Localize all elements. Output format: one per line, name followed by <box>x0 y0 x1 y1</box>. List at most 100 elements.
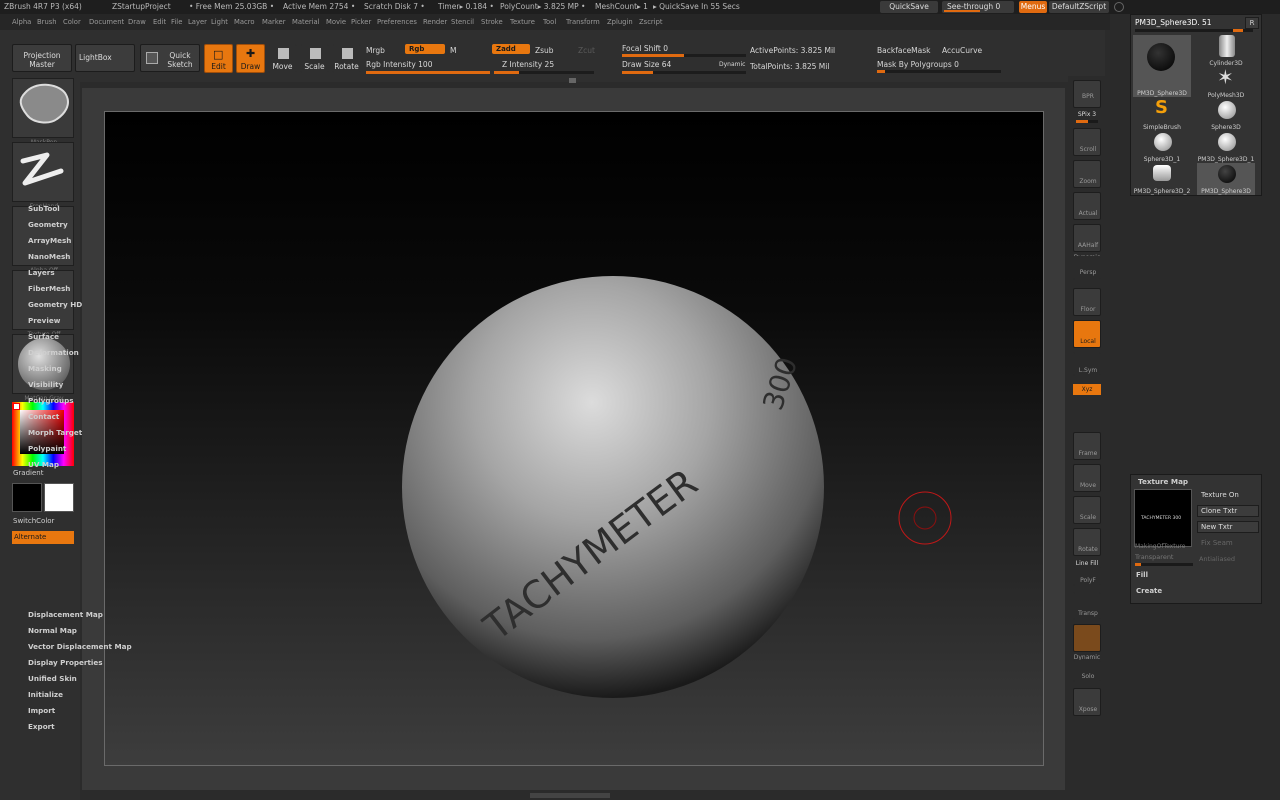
menu-texture[interactable]: Texture <box>510 18 535 26</box>
menu-layer[interactable]: Layer <box>188 18 207 26</box>
aahalf-button[interactable]: AAHalf <box>1073 224 1101 252</box>
tool-item-pm3d-sphere3d-3[interactable]: PM3D_Sphere3D <box>1197 163 1255 195</box>
layers-menu[interactable]: Layers <box>28 268 55 277</box>
surface-menu[interactable]: Surface <box>28 332 59 341</box>
displacement-map-menu[interactable]: Displacement Map <box>28 610 103 619</box>
visibility-menu[interactable]: Visibility <box>28 380 63 389</box>
uv-map-menu[interactable]: UV Map <box>28 460 59 469</box>
tool-item-pm3d-sphere3d[interactable]: PM3D_Sphere3D <box>1133 35 1191 97</box>
actual-button[interactable]: Actual <box>1073 192 1101 220</box>
move-view-button[interactable]: Move <box>1073 464 1101 492</box>
scale-mode-button[interactable]: Scale <box>300 44 329 73</box>
switchcolor-button[interactable]: SwitchColor <box>13 517 54 525</box>
new-txtr-button[interactable]: New Txtr <box>1197 521 1259 533</box>
menu-stencil[interactable]: Stencil <box>451 18 474 26</box>
brush-selector[interactable]: MaskPen <box>12 78 74 146</box>
ghost-button[interactable] <box>1073 624 1101 652</box>
zoom-button[interactable]: Zoom <box>1073 160 1101 188</box>
focal-shift-slider[interactable] <box>622 54 746 57</box>
unified-skin-menu[interactable]: Unified Skin <box>28 674 77 683</box>
gradient-toggle[interactable]: Gradient <box>13 469 43 477</box>
masking-menu[interactable]: Masking <box>28 364 62 373</box>
help-icon[interactable] <box>1114 2 1124 12</box>
m-button[interactable]: M <box>450 46 456 55</box>
fix-seam-button[interactable]: Fix Seam <box>1197 537 1259 549</box>
menu-material[interactable]: Material <box>292 18 320 26</box>
draw-mode-button[interactable]: ✚ Draw <box>236 44 265 73</box>
secondary-color-swatch[interactable] <box>44 483 74 512</box>
polypaint-menu[interactable]: Polypaint <box>28 444 66 453</box>
xpose-button[interactable]: Xpose <box>1073 688 1101 716</box>
transp-button[interactable]: Transp <box>1073 592 1101 620</box>
texture-map-title[interactable]: Texture Map <box>1138 477 1188 486</box>
rotate-mode-button[interactable]: Rotate <box>332 44 361 73</box>
tool-item-pm3d-sphere3d-1[interactable]: PM3D_Sphere3D_1 <box>1197 131 1255 163</box>
scroll-button[interactable]: Scroll <box>1073 128 1101 156</box>
vector-displacement-map-menu[interactable]: Vector Displacement Map <box>28 642 132 651</box>
lsym-button[interactable]: L.Sym <box>1073 352 1101 376</box>
menu-alpha[interactable]: Alpha <box>12 18 31 26</box>
menu-tool[interactable]: Tool <box>543 18 556 26</box>
deformation-menu[interactable]: Deformation <box>28 348 79 357</box>
texture-on-button[interactable]: Texture On <box>1197 489 1259 501</box>
polyf-button[interactable]: PolyF <box>1073 566 1101 586</box>
primary-color-swatch[interactable] <box>12 483 42 512</box>
main-color-swatch[interactable] <box>13 403 20 410</box>
rgb-button[interactable]: Rgb <box>405 44 445 54</box>
tool-slider[interactable] <box>1135 29 1253 32</box>
edit-mode-button[interactable]: □ Edit <box>204 44 233 73</box>
geometry-menu[interactable]: Geometry <box>28 220 68 229</box>
tool-item-cylinder3d[interactable]: Cylinder3D <box>1197 35 1255 67</box>
transparent-slider[interactable] <box>1135 563 1193 566</box>
accucurve-button[interactable]: AccuCurve <box>942 46 982 55</box>
zsub-button[interactable]: Zsub <box>535 46 554 55</box>
morph-target-menu[interactable]: Morph Target <box>28 428 82 437</box>
menu-color[interactable]: Color <box>63 18 81 26</box>
antialiased-button[interactable]: Antialiased <box>1199 555 1235 563</box>
tool-item-sphere3d[interactable]: Sphere3D <box>1197 99 1255 131</box>
menus-button[interactable]: Menus <box>1019 1 1047 13</box>
clone-txtr-button[interactable]: Clone Txtr <box>1197 505 1259 517</box>
backface-mask-button[interactable]: BackfaceMask <box>877 46 931 55</box>
dynamic-toggle[interactable]: Dynamic <box>719 61 745 68</box>
stroke-selector[interactable]: FreeHand <box>12 142 74 210</box>
top-collapse-handle[interactable] <box>569 78 576 83</box>
tool-item-simplebrush[interactable]: S SimpleBrush <box>1133 97 1191 131</box>
fill-button[interactable]: Fill <box>1136 571 1148 579</box>
fibermesh-menu[interactable]: FiberMesh <box>28 284 70 293</box>
menu-movie[interactable]: Movie <box>326 18 346 26</box>
persp-button[interactable]: Persp <box>1073 256 1101 280</box>
menu-picker[interactable]: Picker <box>351 18 371 26</box>
tool-item-pm3d-sphere3d-2[interactable]: PM3D_Sphere3D_2 <box>1133 163 1191 195</box>
solo-button[interactable]: Solo <box>1073 660 1101 682</box>
nanomesh-menu[interactable]: NanoMesh <box>28 252 70 261</box>
zcut-button[interactable]: Zcut <box>578 46 595 55</box>
menu-edit[interactable]: Edit <box>153 18 166 26</box>
xyz-button[interactable]: Xyz <box>1073 384 1101 395</box>
initialize-menu[interactable]: Initialize <box>28 690 63 699</box>
menu-file[interactable]: File <box>171 18 182 26</box>
see-through-slider[interactable]: See-through 0 <box>942 1 1014 13</box>
menu-draw[interactable]: Draw <box>128 18 146 26</box>
alternate-button[interactable]: Alternate <box>12 531 74 544</box>
projection-master-button[interactable]: Projection Master <box>12 44 72 72</box>
menu-document[interactable]: Document <box>89 18 124 26</box>
frame-button[interactable]: Frame <box>1073 432 1101 460</box>
zadd-button[interactable]: Zadd <box>492 44 530 54</box>
bpr-button[interactable]: BPR <box>1073 80 1101 108</box>
normal-map-menu[interactable]: Normal Map <box>28 626 77 635</box>
texture-thumbnail[interactable]: TACHYMETER 300 <box>1134 489 1192 547</box>
menu-stroke[interactable]: Stroke <box>481 18 503 26</box>
menu-macro[interactable]: Macro <box>234 18 255 26</box>
geometry-hd-menu[interactable]: Geometry HD <box>28 300 82 309</box>
arraymesh-menu[interactable]: ArrayMesh <box>28 236 71 245</box>
import-menu[interactable]: Import <box>28 706 55 715</box>
export-menu[interactable]: Export <box>28 722 55 731</box>
rgb-intensity-slider[interactable] <box>366 71 490 74</box>
menu-preferences[interactable]: Preferences <box>377 18 417 26</box>
default-zscript-button[interactable]: DefaultZScript <box>1049 1 1109 13</box>
z-intensity-slider[interactable] <box>494 71 594 74</box>
menu-light[interactable]: Light <box>211 18 228 26</box>
menu-brush[interactable]: Brush <box>37 18 57 26</box>
lightbox-button[interactable]: LightBox <box>75 44 135 72</box>
